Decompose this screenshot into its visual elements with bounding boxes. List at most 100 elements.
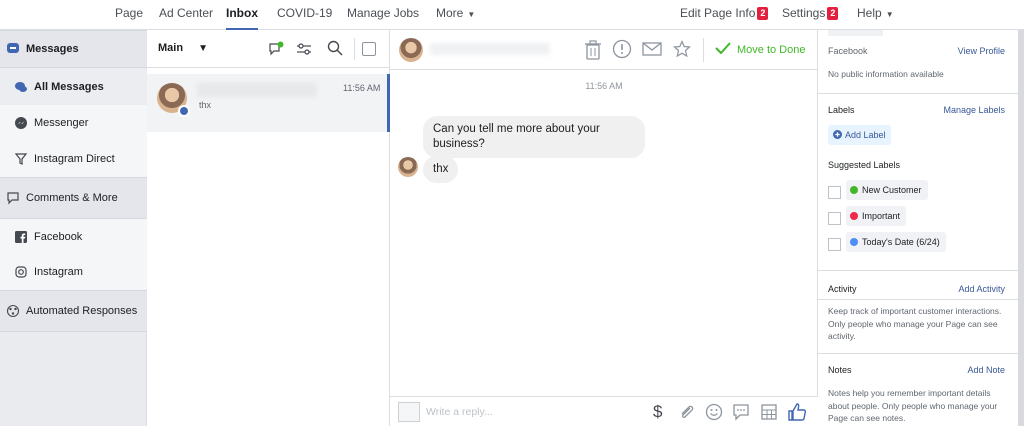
- label-name: Important: [862, 211, 901, 221]
- checkmark-icon: [715, 42, 731, 57]
- label-checkbox[interactable]: [828, 186, 841, 199]
- attachment-icon[interactable]: [678, 404, 696, 425]
- label-color-dot: [850, 238, 858, 246]
- sidebar-messages[interactable]: Messages: [0, 30, 147, 68]
- sidebar-automated-responses[interactable]: Automated Responses: [0, 290, 147, 332]
- conversation-list-header: Main ▼: [147, 30, 390, 68]
- emoji-icon[interactable]: [705, 403, 723, 424]
- manage-labels-link[interactable]: Manage Labels: [943, 105, 1005, 115]
- messenger-icon: [14, 116, 28, 130]
- message-bubble: thx: [423, 156, 459, 183]
- label-color-dot: [850, 186, 858, 194]
- payment-dollar-icon[interactable]: $: [653, 402, 662, 422]
- sidebar-item-label: All Messages: [34, 81, 104, 93]
- sidebar-comments-label: Comments & More: [26, 192, 118, 204]
- sidebar-comments-more[interactable]: Comments & More: [0, 177, 147, 219]
- sidebar-automated-label: Automated Responses: [26, 305, 138, 317]
- sidebar-item-label: Instagram Direct: [34, 152, 115, 165]
- nav-edit-page-info[interactable]: Edit Page Info 2: [680, 0, 769, 30]
- search-icon[interactable]: [327, 40, 343, 59]
- label-name: New Customer: [862, 185, 922, 195]
- notes-section: Notes Add Note Notes help you remember i…: [818, 354, 1018, 426]
- conversation-header: Move to Done: [390, 30, 818, 70]
- nav-manage-jobs[interactable]: Manage Jobs: [347, 0, 419, 30]
- sidebar-item-label: Instagram: [34, 266, 83, 278]
- funnel-icon: [14, 152, 28, 166]
- label-chip[interactable]: Important: [846, 206, 907, 226]
- nav-ad-center[interactable]: Ad Center: [159, 0, 213, 30]
- nav-more[interactable]: More ▼: [436, 0, 475, 30]
- facebook-section: Facebook View Profile No public informat…: [818, 30, 1018, 94]
- conversation-time: 11:56 AM: [343, 83, 381, 93]
- automation-icon: [6, 304, 20, 318]
- avatar: [398, 157, 418, 177]
- no-public-info-text: No public information available: [828, 69, 944, 79]
- notes-title: Notes: [828, 365, 852, 375]
- nav-inbox[interactable]: Inbox: [226, 0, 258, 30]
- label-chip[interactable]: New Customer: [846, 180, 928, 200]
- conversation-pane: Move to Done 11:56 AM Can you tell me mo…: [390, 30, 818, 426]
- contact-name: [430, 43, 550, 55]
- comment-icon: [6, 191, 20, 205]
- thumbs-up-icon[interactable]: [787, 402, 807, 425]
- page-scrollbar[interactable]: [1018, 30, 1024, 426]
- new-message-icon[interactable]: [268, 41, 284, 60]
- sidebar-item-facebook[interactable]: Facebook: [0, 219, 147, 254]
- top-navigation: Page Ad Center Inbox COVID-19 Manage Job…: [0, 0, 1024, 30]
- move-to-done-label: Move to Done: [737, 43, 806, 56]
- labels-title: Labels: [828, 105, 855, 115]
- inbox-sidebar: Messages All Messages Messenger Instagra…: [0, 30, 147, 426]
- suggested-labels-title: Suggested Labels: [828, 160, 901, 170]
- avatar[interactable]: [399, 38, 423, 62]
- sidebar-item-instagram-direct[interactable]: Instagram Direct: [0, 140, 147, 177]
- nav-more-label: More: [436, 6, 464, 20]
- nav-settings[interactable]: Settings 2: [782, 0, 839, 30]
- label-checkbox[interactable]: [828, 212, 841, 225]
- messages-icon: [6, 42, 20, 56]
- sidebar-item-all-messages[interactable]: All Messages: [0, 69, 147, 105]
- plus-circle-icon: [833, 129, 842, 141]
- move-to-done-button[interactable]: Move to Done: [715, 42, 805, 57]
- label-chip[interactable]: Today's Date (6/24): [846, 232, 946, 252]
- appointment-calendar-icon[interactable]: [760, 403, 778, 424]
- label-color-dot: [850, 212, 858, 220]
- nav-covid-19[interactable]: COVID-19: [277, 0, 332, 30]
- mark-spam-icon[interactable]: [612, 39, 632, 62]
- facebook-icon: [14, 230, 28, 244]
- help-label: Help: [857, 6, 882, 20]
- nav-page[interactable]: Page: [115, 0, 143, 30]
- activity-description: Keep track of important customer interac…: [828, 306, 1002, 341]
- view-profile-link[interactable]: View Profile: [958, 46, 1005, 56]
- folder-selector[interactable]: Main ▼: [158, 42, 208, 54]
- divider: [354, 38, 355, 60]
- reply-input[interactable]: Write a reply...: [426, 406, 493, 418]
- star-icon[interactable]: [673, 40, 691, 61]
- filter-sliders-icon[interactable]: [296, 42, 312, 59]
- conversation-row[interactable]: 11:56 AM thx: [147, 74, 390, 132]
- add-label-button[interactable]: Add Label: [828, 125, 891, 145]
- mark-unread-envelope-icon[interactable]: [642, 42, 662, 59]
- add-note-link[interactable]: Add Note: [967, 365, 1005, 375]
- sidebar-item-messenger[interactable]: Messenger: [0, 105, 147, 140]
- select-all-checkbox[interactable]: [362, 42, 376, 56]
- activity-section: Activity Add Activity Keep track of impo…: [818, 270, 1018, 354]
- add-activity-link[interactable]: Add Activity: [958, 284, 1005, 294]
- trash-icon[interactable]: [584, 40, 602, 63]
- caret-down-icon: ▼: [467, 10, 476, 19]
- conversation-preview: thx: [199, 100, 212, 110]
- notification-badge: 2: [827, 7, 839, 20]
- sidebar-item-instagram[interactable]: Instagram: [0, 254, 147, 290]
- reply-composer: Write a reply... $: [390, 396, 818, 426]
- nav-help[interactable]: Help ▼: [857, 0, 894, 30]
- contact-details-panel: Facebook View Profile No public informat…: [818, 30, 1018, 426]
- label-checkbox[interactable]: [828, 238, 841, 251]
- caret-down-icon: ▼: [198, 43, 209, 54]
- sidebar-item-label: Messenger: [34, 116, 89, 129]
- messenger-badge-icon: [178, 105, 190, 117]
- activity-title: Activity: [828, 284, 857, 294]
- settings-label: Settings: [782, 6, 826, 20]
- divider: [703, 38, 704, 62]
- add-label-text: Add Label: [845, 130, 886, 140]
- sidebar-messages-label: Messages: [26, 43, 79, 55]
- saved-replies-icon[interactable]: [732, 403, 750, 424]
